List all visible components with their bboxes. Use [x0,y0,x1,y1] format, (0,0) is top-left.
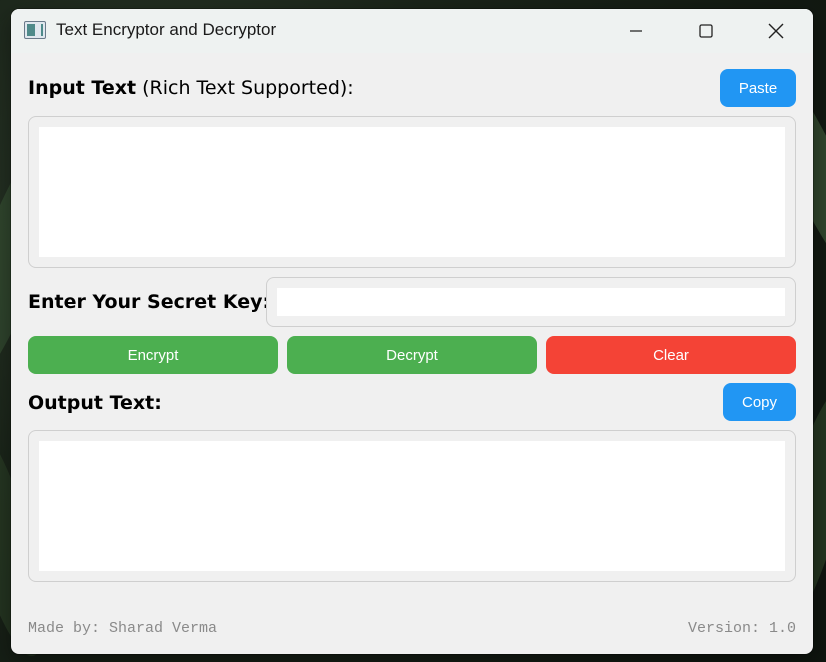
window-title: Text Encryptor and Decryptor [56,20,277,39]
input-text-label-bold: Input Text [28,77,137,99]
secret-key-input[interactable] [277,288,785,316]
minimize-button[interactable] [613,9,659,53]
output-text-area[interactable] [39,441,785,571]
minimize-icon [630,30,642,32]
copy-button[interactable]: Copy [723,383,796,421]
app-window: Text Encryptor and Decryptor Input Text … [11,9,813,654]
input-text-label-note: (Rich Text Supported): [136,77,354,99]
secret-key-label: Enter Your Secret Key: [28,291,271,313]
close-icon [768,23,784,39]
input-text-label: Input Text (Rich Text Supported): [28,77,354,99]
input-text-frame [28,116,796,268]
output-text-frame [28,430,796,582]
close-button[interactable] [753,9,799,53]
secret-key-frame [266,277,796,327]
author-credit: Made by: Sharad Verma [28,620,218,637]
decrypt-button[interactable]: Decrypt [287,336,537,374]
paste-button[interactable]: Paste [720,69,796,107]
title-bar[interactable]: Text Encryptor and Decryptor [11,9,813,53]
app-window-icon [24,21,46,39]
input-text-area[interactable] [39,127,785,257]
maximize-icon [699,24,713,38]
clear-button[interactable]: Clear [546,336,796,374]
encrypt-button[interactable]: Encrypt [28,336,278,374]
output-text-label: Output Text: [28,392,162,414]
version-label: Version: 1.0 [687,620,796,637]
maximize-button[interactable] [683,9,729,53]
